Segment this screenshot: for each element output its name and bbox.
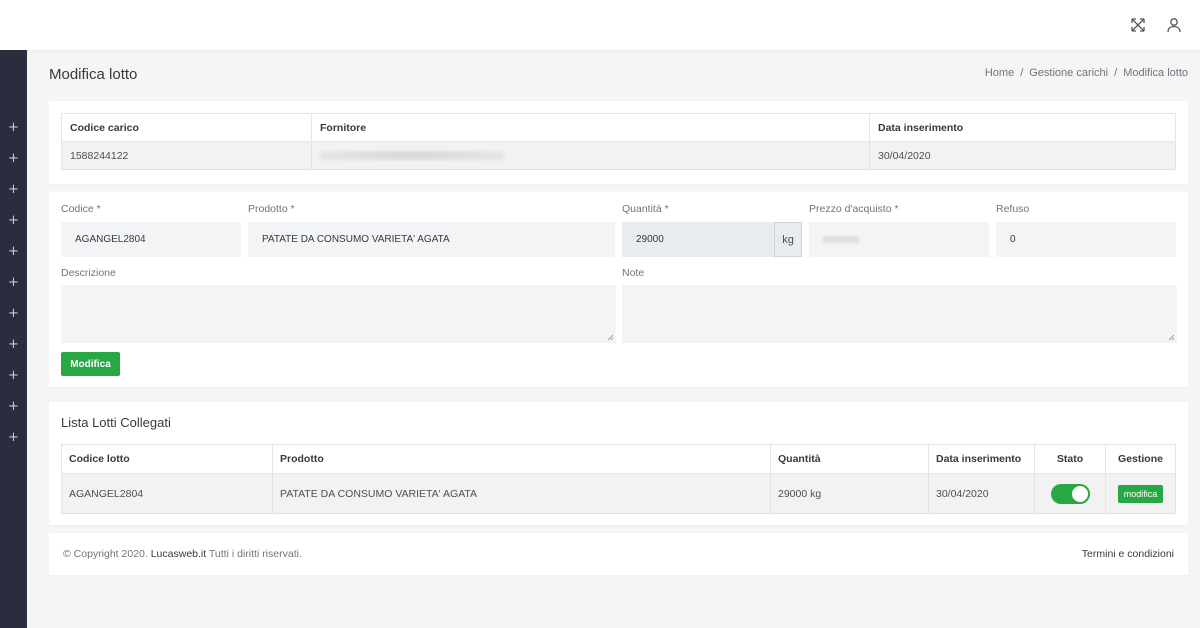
note-label: Note	[622, 267, 645, 279]
codice-carico-value: 1588244122	[61, 141, 312, 170]
header-data-inserimento: Data inserimento	[928, 444, 1035, 474]
header-codice-carico: Codice carico	[61, 113, 312, 142]
top-bar	[0, 0, 1200, 50]
toggle-knob	[1071, 485, 1088, 502]
descrizione-label: Descrizione	[61, 267, 116, 279]
sidebar: + + + + + + + + + + +	[0, 50, 27, 628]
header-quantita: Quantità	[770, 444, 929, 474]
terms-link[interactable]: Termini e condizioni	[1082, 548, 1174, 560]
brand-name: Lucasweb.it	[150, 548, 207, 560]
header-stato: Stato	[1034, 444, 1106, 474]
gestione-cell: modifica	[1105, 473, 1176, 514]
sidebar-item-6[interactable]: +	[0, 276, 27, 290]
sidebar-item-1[interactable]: +	[0, 121, 27, 135]
rights-text: Tutti i diritti riservati.	[208, 548, 302, 560]
lotti-table: Codice lotto Prodotto Quantità Data inse…	[61, 444, 1176, 514]
table-row: AGANGEL2804 PATATE DA CONSUMO VARIETA' A…	[61, 473, 1176, 514]
sidebar-item-3[interactable]: +	[0, 183, 27, 197]
carico-table: Codice carico Fornitore Data inserimento…	[61, 113, 1176, 170]
refuso-input[interactable]: 0	[996, 222, 1176, 257]
prezzo-redacted	[823, 236, 859, 243]
stato-cell	[1034, 473, 1106, 514]
resize-grip-icon[interactable]	[1168, 334, 1175, 341]
resize-grip-icon[interactable]	[607, 334, 614, 341]
section-title: Lista Lotti Collegati	[61, 415, 171, 430]
sidebar-item-4[interactable]: +	[0, 214, 27, 228]
quantita-input[interactable]: 29000	[622, 222, 774, 257]
copyright-text: © Copyright 2020.	[63, 548, 148, 560]
footer-copyright: © Copyright 2020. Lucasweb.it Tutti i di…	[63, 548, 302, 560]
header-gestione: Gestione	[1105, 444, 1176, 474]
quantita-unit-addon: kg	[774, 222, 802, 257]
header-codice-lotto: Codice lotto	[61, 444, 273, 474]
fornitore-redacted	[320, 151, 504, 161]
stato-toggle[interactable]	[1050, 483, 1090, 504]
sidebar-item-5[interactable]: +	[0, 245, 27, 259]
header-data-inserimento: Data inserimento	[869, 113, 1176, 142]
table-row: 1588244122 30/04/2020	[61, 141, 1176, 170]
sidebar-item-7[interactable]: +	[0, 307, 27, 321]
lotti-collegati-card: Lista Lotti Collegati Codice lotto Prodo…	[49, 402, 1188, 525]
breadcrumb-current: Modifica lotto	[1123, 67, 1188, 79]
quantita-label: Quantità *	[622, 203, 669, 215]
codice-input[interactable]: AGANGEL2804	[61, 222, 241, 257]
sidebar-item-2[interactable]: +	[0, 152, 27, 166]
refuso-label: Refuso	[996, 203, 1030, 215]
data-inserimento-cell: 30/04/2020	[928, 473, 1035, 514]
quantita-cell: 29000 kg	[770, 473, 929, 514]
codice-lotto-cell: AGANGEL2804	[61, 473, 273, 514]
prodotto-input[interactable]: PATATE DA CONSUMO VARIETA' AGATA	[248, 222, 615, 257]
prodotto-label: Prodotto *	[248, 203, 295, 215]
breadcrumb-home[interactable]: Home	[985, 67, 1014, 79]
footer: © Copyright 2020. Lucasweb.it Tutti i di…	[49, 533, 1188, 575]
user-icon[interactable]	[1164, 15, 1184, 35]
note-textarea[interactable]	[622, 285, 1177, 343]
breadcrumb: Home / Gestione carichi / Modifica lotto	[985, 67, 1188, 79]
breadcrumb-separator: /	[1020, 67, 1024, 79]
modifica-button[interactable]: Modifica	[61, 352, 120, 376]
lotto-form-card: Codice * AGANGEL2804 Prodotto * PATATE D…	[49, 192, 1188, 387]
sidebar-item-9[interactable]: +	[0, 369, 27, 383]
sidebar-item-11[interactable]: +	[0, 431, 27, 445]
codice-label: Codice *	[61, 203, 101, 215]
sidebar-item-10[interactable]: +	[0, 400, 27, 414]
page-title: Modifica lotto	[49, 66, 138, 83]
descrizione-textarea[interactable]	[61, 285, 616, 343]
header-prodotto: Prodotto	[272, 444, 771, 474]
breadcrumb-gestione-carichi[interactable]: Gestione carichi	[1029, 67, 1108, 79]
prezzo-input[interactable]	[809, 222, 989, 257]
prezzo-label: Prezzo d'acquisto *	[809, 203, 899, 215]
prodotto-cell: PATATE DA CONSUMO VARIETA' AGATA	[272, 473, 771, 514]
data-inserimento-value: 30/04/2020	[869, 141, 1176, 170]
fornitore-value	[311, 141, 870, 170]
fullscreen-icon[interactable]	[1128, 15, 1148, 35]
modifica-row-button[interactable]: modifica	[1117, 484, 1164, 503]
header-fornitore: Fornitore	[311, 113, 870, 142]
sidebar-item-8[interactable]: +	[0, 338, 27, 352]
breadcrumb-separator: /	[1114, 67, 1118, 79]
carico-card: Codice carico Fornitore Data inserimento…	[49, 101, 1188, 184]
